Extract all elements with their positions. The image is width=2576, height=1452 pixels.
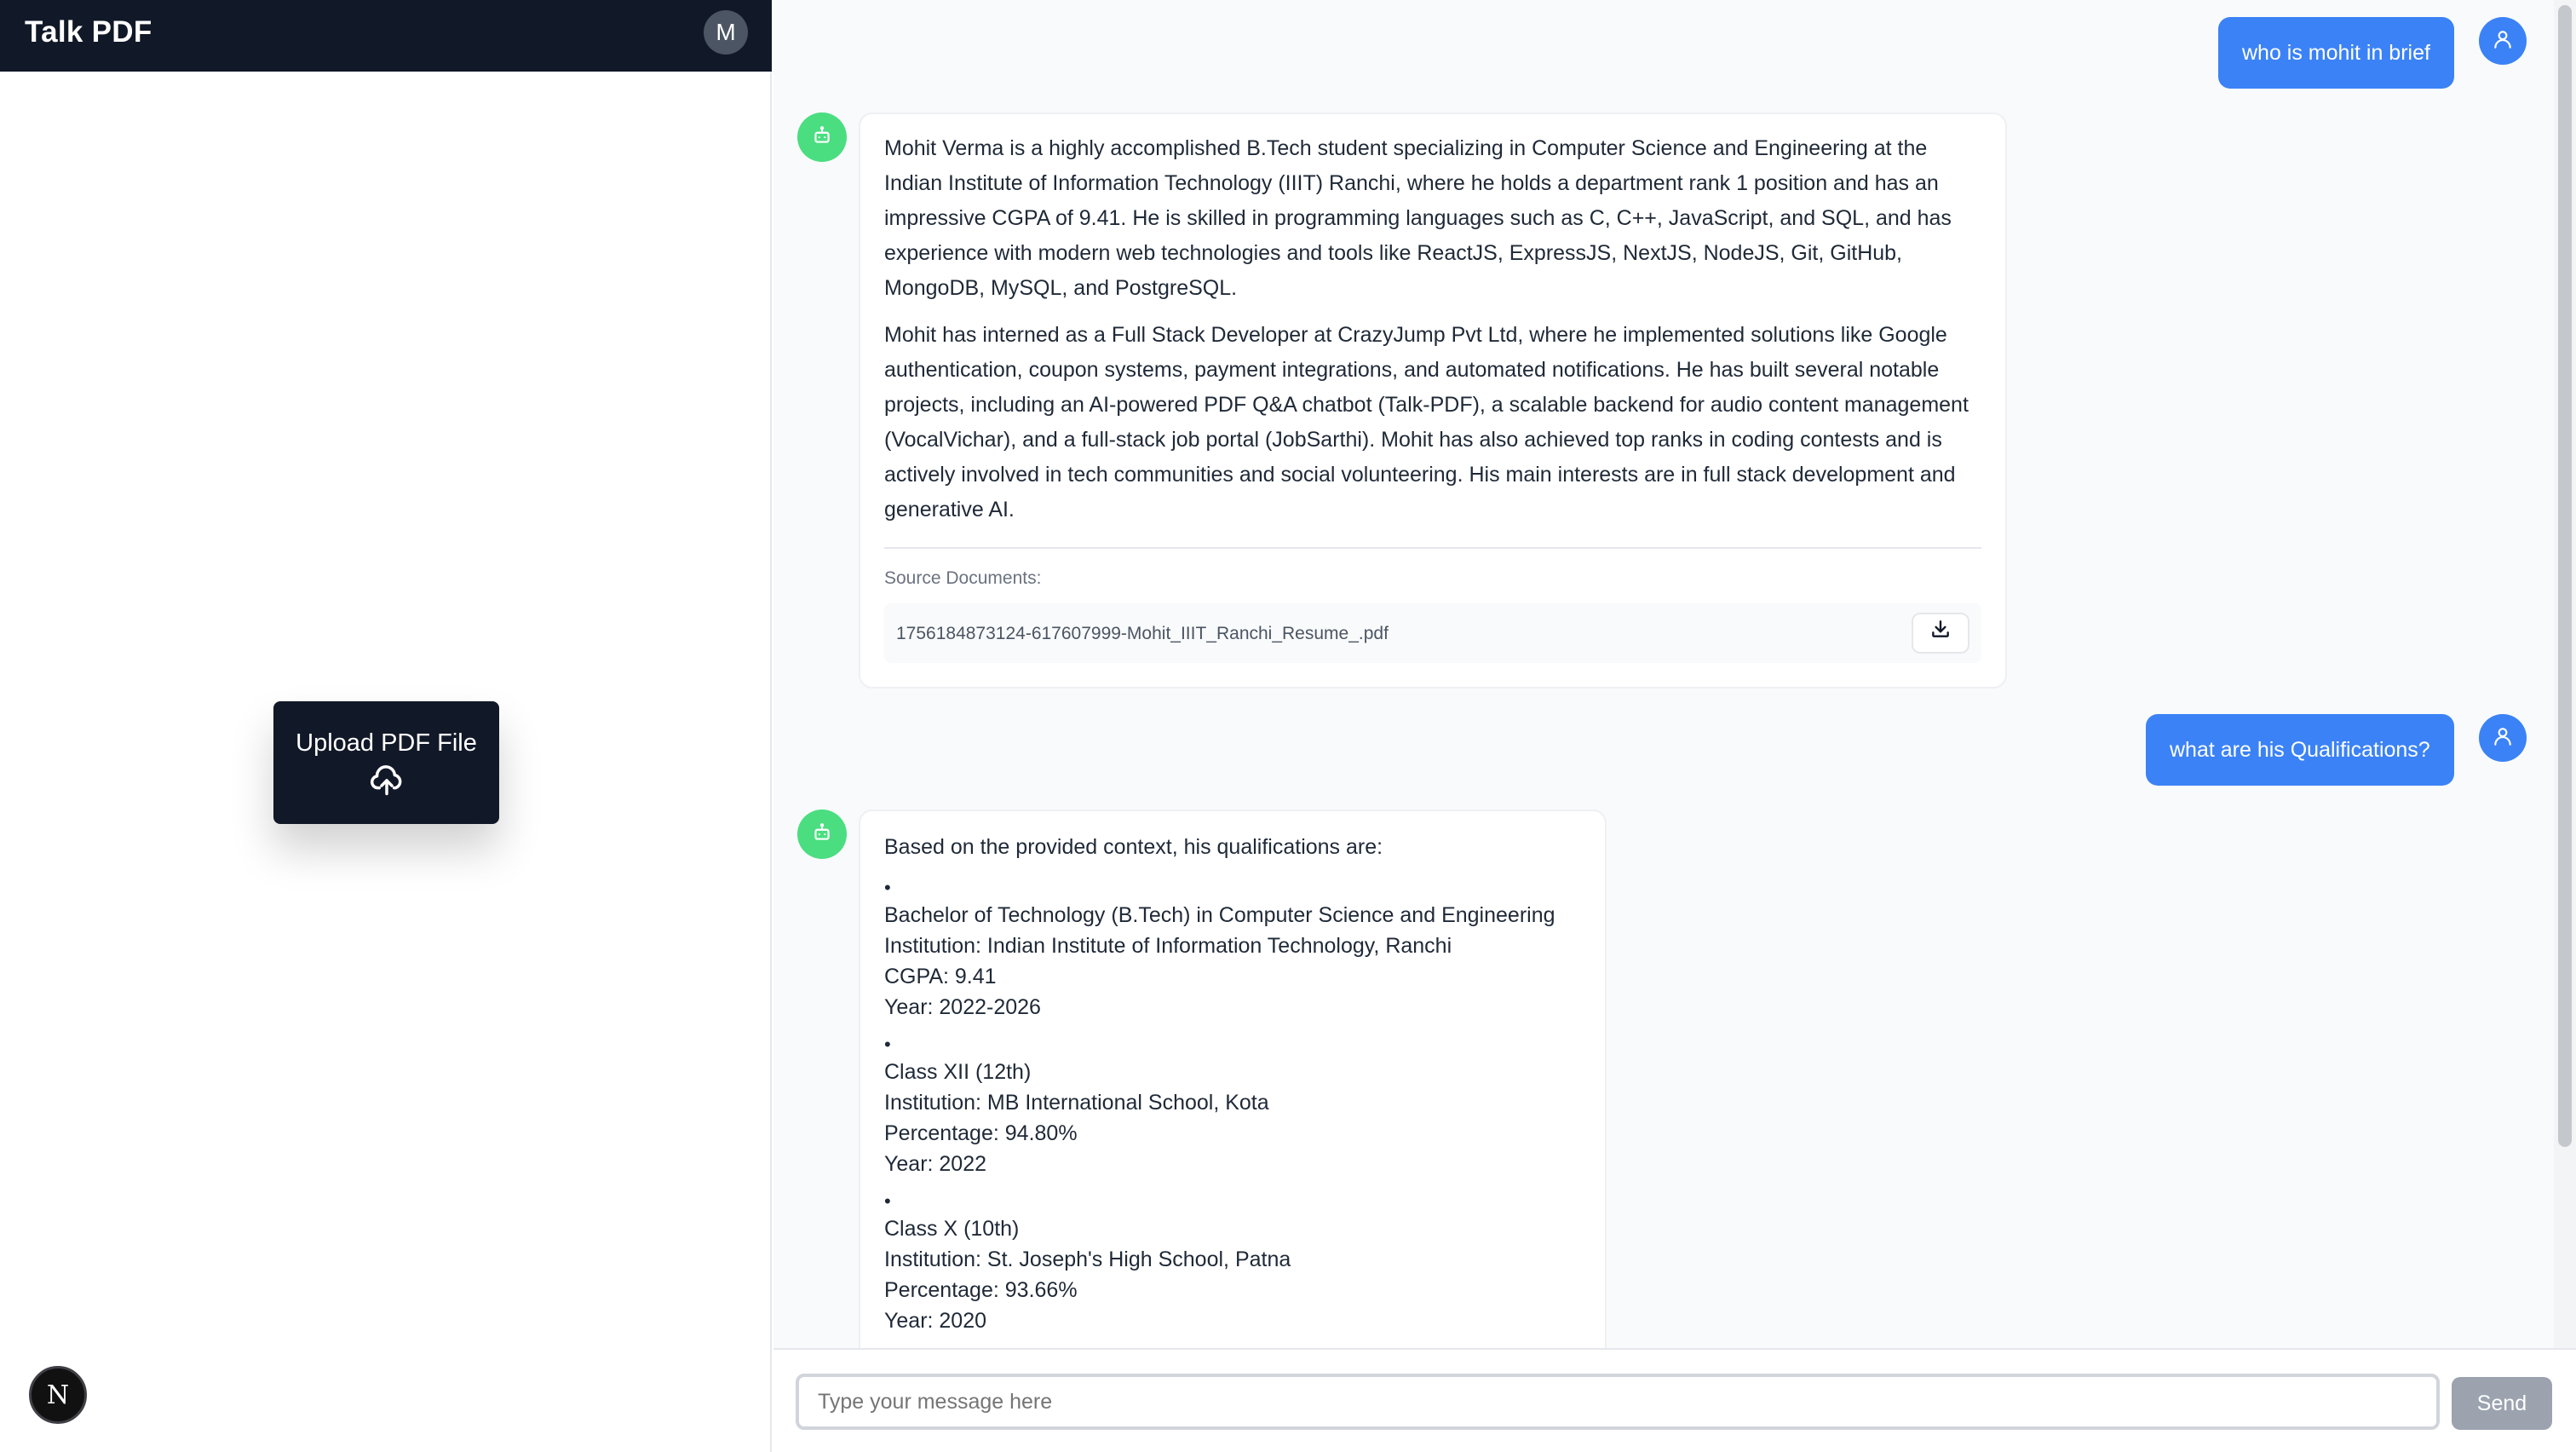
upload-pdf-label: Upload PDF File [296,729,477,757]
qualification-line: Percentage: 94.80% [884,1121,1078,1145]
qualification-line: Bachelor of Technology (B.Tech) in Compu… [884,903,1555,927]
user-message: who is mohit in brief [2218,17,2454,89]
nextjs-dev-badge[interactable]: N [29,1366,87,1424]
qualification-line: CGPA: 9.41 [884,965,997,988]
bot-message-intro: Based on the provided context, his quali… [884,835,1383,859]
bot-avatar [797,810,847,859]
user-message-text: what are his Qualifications? [2170,737,2430,762]
qualification-line: Year: 2022-2026 [884,995,1041,1019]
user-avatar-button[interactable]: M [704,10,748,55]
qualification-line: Year: 2020 [884,1309,987,1333]
qualification-line: Institution: MB International School, Ko… [884,1091,1269,1115]
qualification-line: Class XII (12th) [884,1060,1032,1084]
cloud-upload-icon [369,764,405,797]
qualification-item: • Bachelor of Technology (B.Tech) in Com… [884,876,1581,1023]
qualification-line: Class X (10th) [884,1217,1020,1241]
bullet-marker: • [884,877,891,898]
qualification-item: • Class XII (12th) Institution: MB Inter… [884,1033,1581,1179]
qualification-line: Institution: St. Joseph's High School, P… [884,1247,1291,1271]
qualification-line: Year: 2022 [884,1152,987,1176]
user-icon [2492,725,2514,752]
message-input[interactable] [796,1374,2440,1430]
chat-scrollbar-thumb[interactable] [2558,5,2572,1147]
qualification-line: Institution: Indian Institute of Informa… [884,934,1452,958]
user-message: what are his Qualifications? [2146,714,2454,786]
bot-message: Mohit Verma is a highly accomplished B.T… [859,112,2007,689]
bullet-marker: • [884,1034,891,1055]
qualification-item: • Class X (10th) Institution: St. Joseph… [884,1190,1581,1336]
upload-pdf-button[interactable]: Upload PDF File [273,701,499,824]
bullet-marker: • [884,1190,891,1212]
download-icon [1929,616,1952,651]
bot-message-paragraph: Mohit Verma is a highly accomplished B.T… [884,136,1952,300]
sidebar: Talk PDF M Upload PDF File N [0,0,772,1452]
user-message-text: who is mohit in brief [2242,40,2430,65]
message-input-bar: Send [773,1348,2576,1452]
source-documents-title: Source Documents: [884,568,1042,588]
source-file-name: 1756184873124-617607999-Mohit_IIIT_Ranch… [896,623,1389,643]
send-button[interactable]: Send [2452,1377,2552,1430]
app-title: Talk PDF [25,15,152,49]
bot-message: Based on the provided context, his quali… [859,810,1607,1406]
bot-icon [811,821,833,848]
bot-icon [811,124,833,151]
bot-message-paragraph: Mohit has interned as a Full Stack Devel… [884,323,1969,521]
download-button[interactable] [1912,613,1969,654]
user-avatar [2479,714,2527,762]
user-avatar [2479,17,2527,65]
qualification-line: Percentage: 93.66% [884,1278,1078,1302]
source-documents: Source Documents: 1756184873124-61760799… [884,547,1981,663]
top-bar: Talk PDF M [0,0,772,72]
source-document-row: 1756184873124-617607999-Mohit_IIIT_Ranch… [884,603,1981,663]
user-icon [2492,28,2514,55]
bot-avatar [797,112,847,162]
